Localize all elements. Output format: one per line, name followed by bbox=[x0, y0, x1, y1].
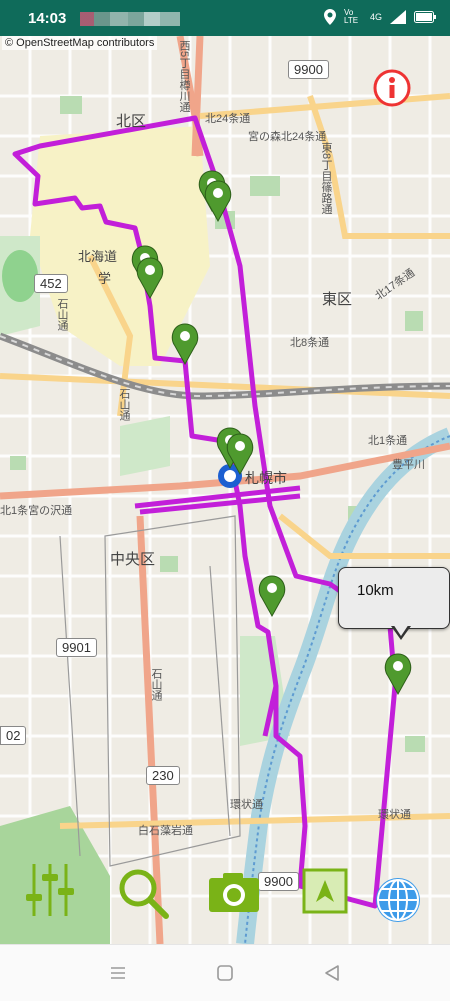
settings-sliders-icon bbox=[26, 864, 74, 916]
distance-label: 10km bbox=[357, 582, 394, 599]
location-icon bbox=[323, 9, 336, 25]
road-label-kita24: 北24条通 bbox=[205, 113, 251, 125]
menu-nav-button[interactable] bbox=[108, 963, 128, 983]
road-label-kanjo: 環状通 bbox=[378, 809, 411, 821]
globe-button[interactable] bbox=[374, 876, 422, 928]
network-type: 4G bbox=[369, 12, 382, 22]
map-attribution[interactable]: © OpenStreetMap contributors bbox=[2, 36, 158, 50]
map-label-station: 札幌市 bbox=[245, 470, 287, 486]
distance-callout[interactable]: 10km bbox=[338, 567, 450, 640]
map-label-kita-ku: 北区 bbox=[116, 113, 147, 130]
route-shield-02: 02 bbox=[0, 726, 27, 745]
road-label-higashi8: 東8丁目篠路通 bbox=[320, 142, 332, 215]
search-icon bbox=[119, 869, 169, 919]
road-label-nishi5: 西5丁目樽川通 bbox=[178, 40, 190, 113]
info-button[interactable] bbox=[373, 69, 411, 107]
status-time: 14:03 bbox=[28, 10, 67, 27]
map-label-hokudai-2: 学 bbox=[98, 271, 112, 286]
road-label-ishiyama: 石山通 bbox=[56, 298, 68, 331]
map-compass-button[interactable] bbox=[302, 868, 348, 918]
map-compass-icon bbox=[302, 868, 348, 914]
status-bar: 14:03 Vo LTE 4G bbox=[0, 0, 450, 36]
map-label-higashi-ku: 東区 bbox=[322, 291, 353, 308]
notification-icons bbox=[80, 12, 180, 26]
road-label-kita8: 北8条通 bbox=[290, 337, 330, 349]
back-triangle-icon bbox=[325, 965, 339, 981]
route-shield-9900: 9900 bbox=[288, 60, 329, 79]
system-nav-bar bbox=[0, 944, 450, 1001]
globe-icon bbox=[376, 878, 420, 922]
map-toolbar bbox=[0, 852, 450, 932]
route-shield-9901: 9901 bbox=[56, 638, 97, 657]
home-square-icon bbox=[217, 965, 233, 981]
camera-icon bbox=[209, 873, 259, 912]
river-label-toyohira: 豊平川 bbox=[392, 459, 425, 471]
map-label-chuo-ku: 中央区 bbox=[110, 551, 156, 568]
search-button[interactable] bbox=[116, 866, 172, 926]
camera-button[interactable] bbox=[207, 872, 261, 918]
road-label-ishiyama-3: 石山通 bbox=[150, 668, 162, 701]
menu-icon bbox=[111, 967, 125, 979]
signal-icon bbox=[390, 10, 406, 24]
home-nav-button[interactable] bbox=[215, 963, 235, 983]
road-label-kita1: 北1条宮の沢通 bbox=[0, 505, 73, 517]
callout-tail-fill bbox=[393, 624, 409, 636]
map-view[interactable]: © OpenStreetMap contributors 北区 東区 中央区 北… bbox=[0, 36, 450, 944]
info-icon bbox=[373, 69, 411, 107]
route-shield-230: 230 bbox=[146, 766, 180, 785]
road-label-miyanomori: 宮の森北24条通 bbox=[248, 131, 327, 143]
road-label-ishiyama-2: 石山通 bbox=[118, 388, 130, 421]
battery-icon bbox=[414, 11, 436, 23]
back-nav-button[interactable] bbox=[322, 963, 342, 983]
road-label-shiraishi: 白石藻岩通 bbox=[138, 825, 193, 837]
route-shield-452: 452 bbox=[34, 274, 68, 293]
road-label-kita1b: 北1条通 bbox=[368, 435, 408, 447]
settings-button[interactable] bbox=[22, 858, 78, 926]
map-label-hokudai: 北海道 bbox=[78, 249, 118, 264]
road-label-kanjo-2: 環状通 bbox=[230, 799, 263, 811]
status-icons: Vo LTE 4G bbox=[323, 8, 436, 25]
volte-icon: Vo LTE bbox=[343, 8, 359, 25]
